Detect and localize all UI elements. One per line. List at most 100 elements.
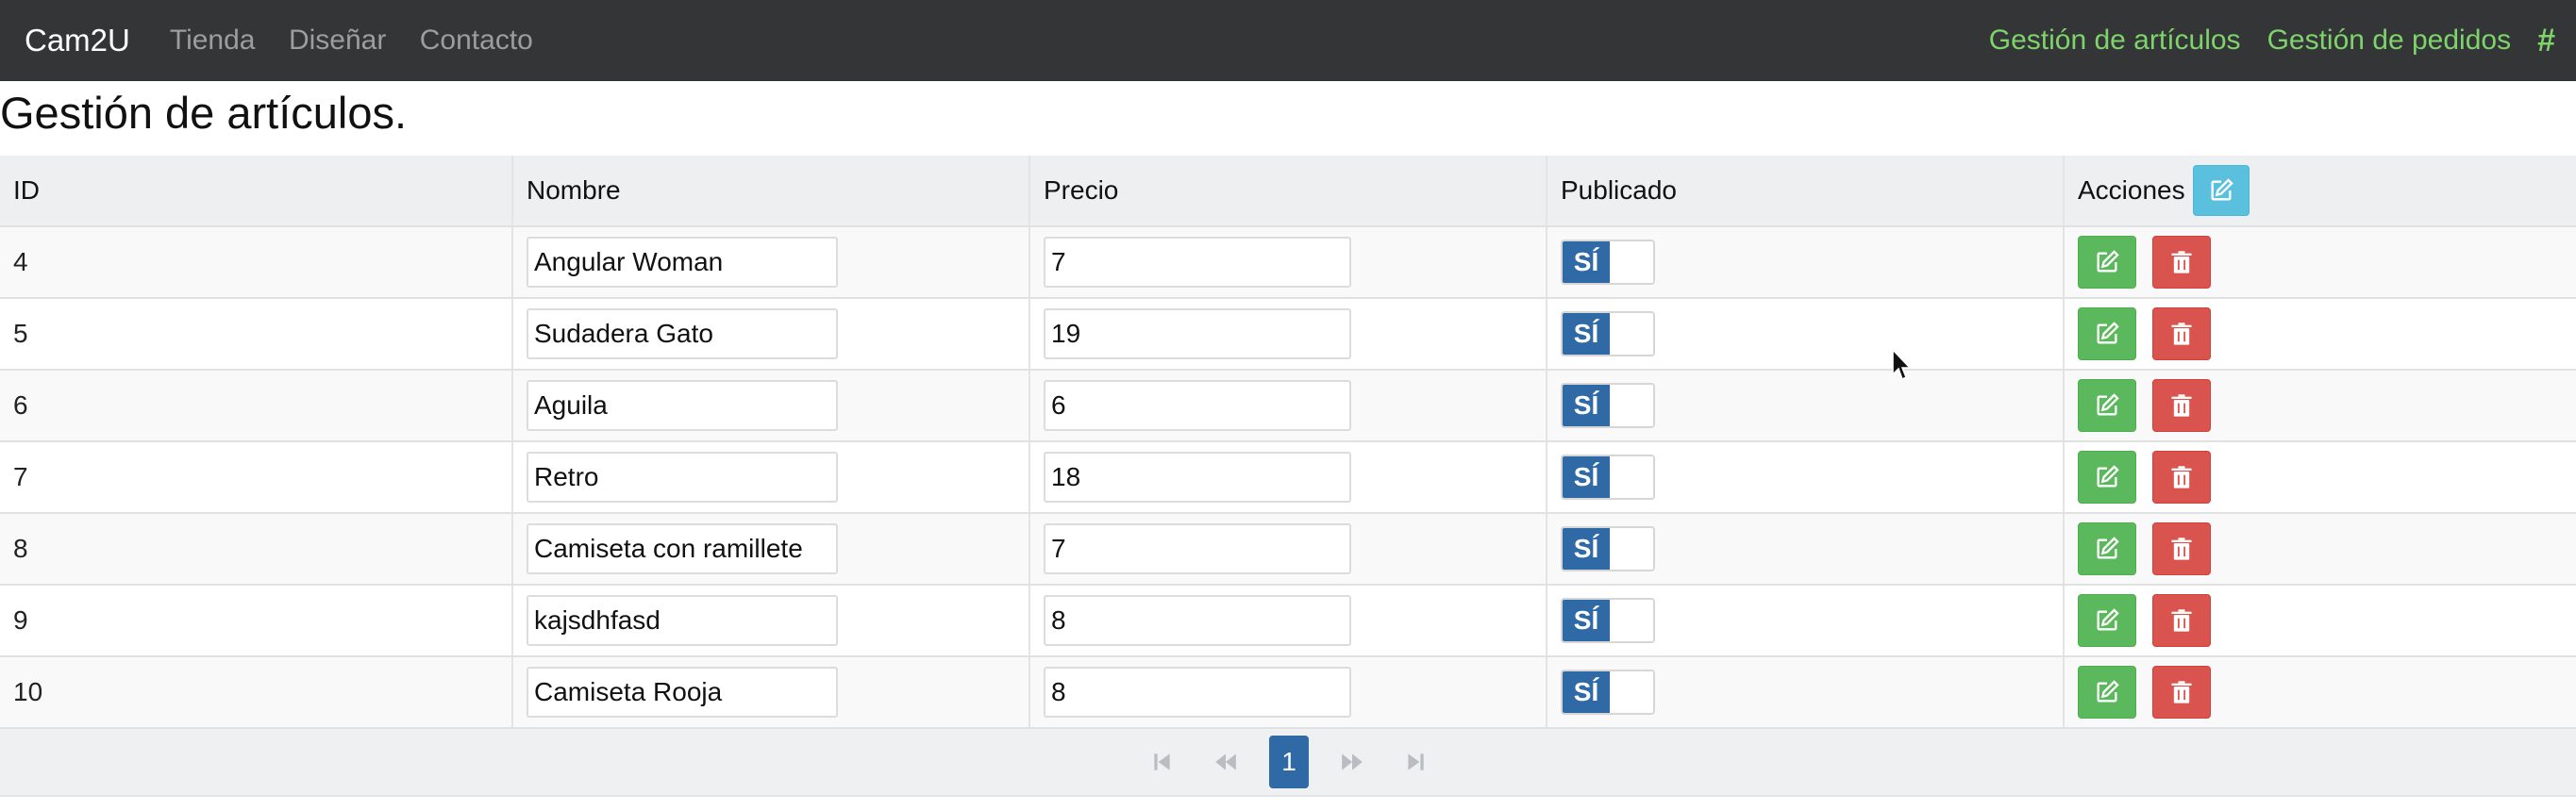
published-toggle[interactable]: SÍ [1561,383,1655,428]
next-page-button[interactable] [1332,736,1372,788]
nav-link-tienda[interactable]: Tienda [170,25,256,56]
table-row: 7 SÍ [0,441,2576,514]
article-id: 5 [13,319,28,348]
delete-article-button[interactable] [2151,236,2211,289]
delete-article-button[interactable] [2151,307,2211,360]
cell-precio [1029,370,1547,442]
nav-link-disenar[interactable]: Diseñar [289,25,386,56]
cell-publicado: SÍ [1547,226,2065,299]
cell-acciones [2064,585,2576,657]
article-price-input[interactable] [1044,380,1351,431]
published-toggle[interactable]: SÍ [1561,526,1655,571]
article-id: 8 [13,534,28,563]
cell-acciones [2064,370,2576,442]
article-id: 10 [13,677,43,706]
published-toggle[interactable]: SÍ [1561,670,1655,715]
published-toggle-handle[interactable] [1610,241,1653,283]
cell-nombre [512,585,1030,657]
cell-precio [1029,585,1547,657]
published-toggle-on-label: SÍ [1563,313,1610,355]
edit-article-button[interactable] [2078,451,2136,504]
article-id: 6 [13,390,28,420]
column-header-publicado[interactable]: Publicado [1547,156,2065,227]
cell-acciones [2064,298,2576,371]
trash-icon [2171,681,2192,703]
published-toggle-handle[interactable] [1610,600,1653,641]
table-row: 4 SÍ [0,226,2576,299]
edit-article-button[interactable] [2078,379,2136,432]
nav-link-gestion-articulos[interactable]: Gestión de artículos [1989,25,2241,57]
edit-icon [2097,250,2119,273]
delete-article-button[interactable] [2151,594,2211,647]
article-price-input[interactable] [1044,523,1351,574]
published-toggle-handle[interactable] [1610,528,1653,570]
article-name-input[interactable] [527,523,838,574]
article-price-input[interactable] [1044,452,1351,503]
nav-link-gestion-pedidos[interactable]: Gestión de pedidos [2267,25,2512,57]
cell-publicado: SÍ [1547,513,2065,586]
add-article-button[interactable] [2192,165,2250,216]
article-price-input[interactable] [1044,308,1351,359]
edit-article-button[interactable] [2078,236,2136,289]
published-toggle-handle[interactable] [1610,385,1653,426]
table-row: 6 SÍ [0,370,2576,442]
article-price-input[interactable] [1044,237,1351,288]
article-name-input[interactable] [527,380,838,431]
published-toggle[interactable]: SÍ [1561,311,1655,356]
admin-nav: Gestión de artículos Gestión de pedidos … [1963,0,2555,81]
delete-article-button[interactable] [2151,666,2211,719]
article-name-input[interactable] [527,452,838,503]
cell-nombre [512,656,1030,729]
prev-page-button[interactable] [1206,736,1246,788]
page-number-current[interactable]: 1 [1269,736,1309,788]
article-price-input[interactable] [1044,595,1351,646]
last-page-icon [1408,753,1424,770]
published-toggle[interactable]: SÍ [1561,240,1655,285]
pagination: 1 [1143,736,1459,788]
article-name-input[interactable] [527,667,838,718]
published-toggle-on-label: SÍ [1563,600,1610,641]
edit-article-button[interactable] [2078,522,2136,575]
delete-article-button[interactable] [2151,522,2211,575]
edit-article-button[interactable] [2078,594,2136,647]
published-toggle-on-label: SÍ [1563,671,1610,713]
published-toggle[interactable]: SÍ [1561,598,1655,643]
last-page-button[interactable] [1396,736,1435,788]
trash-icon [2171,466,2192,488]
table-row: 10 SÍ [0,656,2576,729]
cell-acciones [2064,226,2576,299]
column-header-precio[interactable]: Precio [1029,156,1547,227]
cell-precio [1029,298,1547,371]
cell-nombre [512,298,1030,371]
first-page-button[interactable] [1143,736,1182,788]
cell-nombre [512,513,1030,586]
published-toggle-handle[interactable] [1610,456,1653,498]
article-name-input[interactable] [527,595,838,646]
table-header-row: ID Nombre Precio Publicado Acciones [0,156,2576,227]
brand-logo[interactable]: Cam2U [25,23,130,58]
published-toggle[interactable]: SÍ [1561,455,1655,500]
article-name-input[interactable] [527,308,838,359]
column-header-id[interactable]: ID [0,156,513,227]
trash-icon [2171,251,2192,273]
edit-icon [2097,322,2119,344]
published-toggle-handle[interactable] [1610,313,1653,355]
mouse-cursor-icon [1892,349,1912,381]
nav-link-contacto[interactable]: Contacto [420,25,533,56]
edit-article-button[interactable] [2078,307,2136,360]
edit-article-button[interactable] [2078,666,2136,719]
cell-publicado: SÍ [1547,298,2065,371]
cell-id: 9 [0,585,513,657]
cell-nombre [512,370,1030,442]
hash-icon[interactable]: # [2537,23,2555,59]
cell-acciones [2064,656,2576,729]
cell-acciones [2064,441,2576,514]
delete-article-button[interactable] [2151,379,2211,432]
column-header-nombre[interactable]: Nombre [512,156,1030,227]
cell-precio [1029,656,1547,729]
published-toggle-handle[interactable] [1610,671,1653,713]
article-price-input[interactable] [1044,667,1351,718]
article-name-input[interactable] [527,237,838,288]
delete-article-button[interactable] [2151,451,2211,504]
top-navbar: Cam2U Tienda Diseñar Contacto Gestión de… [0,0,2576,81]
